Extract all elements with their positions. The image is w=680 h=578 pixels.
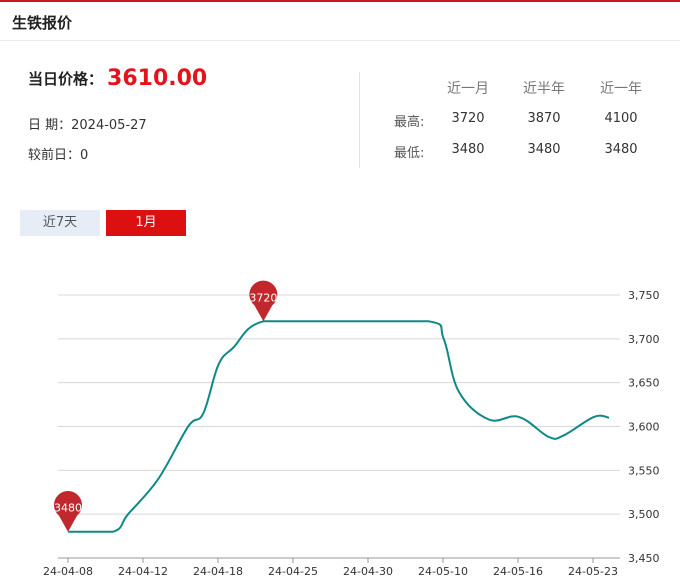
stats-col-header: 近一月 bbox=[447, 81, 489, 97]
stats-cell: 3720 bbox=[451, 111, 485, 126]
price-value: 3610.00 bbox=[107, 66, 208, 91]
y-tick-label: 3,750 bbox=[628, 289, 660, 302]
stats-cell: 3870 bbox=[527, 111, 561, 126]
price-label: 当日价格： bbox=[28, 70, 104, 88]
change-label: 较前日： bbox=[28, 148, 81, 163]
x-tick-label: 24-04-08 bbox=[43, 565, 93, 578]
y-tick-label: 3,550 bbox=[628, 464, 660, 477]
stats-col-header: 近半年 bbox=[523, 81, 565, 97]
y-tick-label: 3,450 bbox=[628, 552, 660, 565]
stats-cell: 4100 bbox=[604, 111, 638, 126]
date-value: 2024-05-27 bbox=[71, 118, 147, 133]
x-tick-label: 24-05-16 bbox=[493, 565, 543, 578]
stats-col-header: 近一年 bbox=[600, 81, 642, 97]
panel-header: 生铁报价 bbox=[0, 2, 680, 41]
price-chart: 3,450 3,500 3,550 3,600 3,650 3,700 3,750 24-04… bbox=[43, 280, 660, 578]
x-tick-label: 24-05-10 bbox=[418, 565, 468, 578]
stats-cell: 3480 bbox=[604, 142, 638, 157]
panel-title: 生铁报价 bbox=[12, 14, 73, 32]
stats-cell: 3480 bbox=[451, 142, 485, 157]
price-row: 当日价格： 3610.00 bbox=[28, 66, 207, 91]
annotation-label-max: 3720 bbox=[249, 291, 277, 304]
y-tick-label: 3,700 bbox=[628, 333, 660, 346]
tab-7-days[interactable]: 近7天 bbox=[20, 210, 100, 236]
x-tick-label: 24-05-23 bbox=[568, 565, 618, 578]
y-tick-label: 3,500 bbox=[628, 508, 660, 521]
date-row: 日 期：2024-05-27 bbox=[28, 114, 147, 133]
change-value: 0 bbox=[80, 148, 89, 163]
annotation-label-min: 3480 bbox=[54, 502, 82, 515]
y-tick-label: 3,650 bbox=[628, 377, 660, 390]
date-label: 日 期： bbox=[28, 118, 72, 133]
stats-cell: 3480 bbox=[527, 142, 561, 157]
x-tick-label: 24-04-30 bbox=[343, 565, 393, 578]
x-tick-label: 24-04-25 bbox=[268, 565, 318, 578]
y-tick-label: 3,600 bbox=[628, 421, 660, 434]
x-tick-label: 24-04-12 bbox=[118, 565, 168, 578]
tab-1-month[interactable]: 1月 bbox=[106, 210, 186, 236]
vertical-divider bbox=[359, 72, 360, 168]
x-tick-label: 24-04-18 bbox=[193, 565, 243, 578]
change-row: 较前日：0 bbox=[28, 144, 88, 163]
